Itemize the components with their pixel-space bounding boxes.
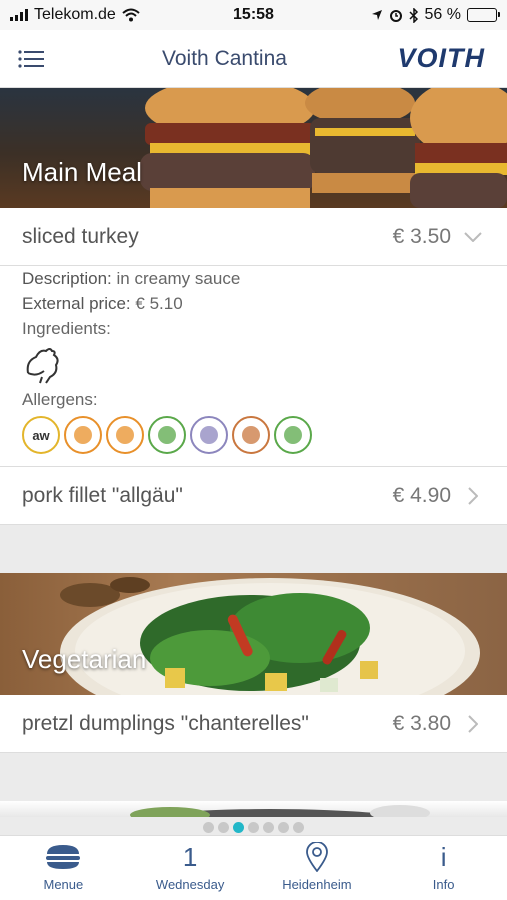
description-label: Description: [22, 269, 112, 288]
ingredient-list [22, 341, 485, 387]
tab-heidenheim[interactable]: Heidenheim [254, 836, 381, 900]
battery-percent: 56 % [424, 6, 461, 23]
external-price-value: € 5.10 [135, 294, 183, 313]
dish-name: pork fillet "allgäu" [22, 483, 183, 507]
chevron-right-icon [461, 714, 485, 734]
tab-bar: Menue 1 Wednesday Heidenheim i Info [0, 835, 507, 900]
section-banner-next [0, 801, 507, 817]
wheat-icon: aw [22, 416, 60, 454]
burger-icon [45, 841, 81, 873]
allergen-symbol [158, 426, 176, 444]
milk-icon [190, 416, 228, 454]
hamburger-menu-icon [18, 49, 44, 68]
tab-wednesday[interactable]: 1 Wednesday [127, 836, 254, 900]
status-right: 56 % [307, 6, 500, 24]
tab-label: Menue [43, 877, 84, 892]
location-arrow-icon [371, 10, 382, 20]
page-title: Voith Cantina [162, 46, 287, 70]
carrier-label: Telekom.de [34, 6, 116, 23]
nav-bar: Voith Cantina VOITH [0, 30, 507, 88]
menu-button[interactable] [0, 30, 62, 88]
allergen-code: aw [32, 427, 50, 443]
alarm-icon [389, 10, 402, 22]
tab-label: Heidenheim [282, 877, 352, 892]
page-dot[interactable] [278, 821, 289, 833]
dish-price: € 3.50 [392, 224, 451, 248]
page-dot[interactable] [248, 821, 259, 833]
bluetooth-icon [409, 7, 418, 23]
info-icon: i [440, 841, 447, 872]
allergens-label: Allergens: [22, 390, 98, 409]
dish-name: sliced turkey [22, 224, 139, 248]
status-bar: Telekom.de 15:58 56 % [0, 0, 507, 30]
menu-list[interactable]: Main Meal sliced turkey € 3.50 Descripti… [0, 88, 507, 817]
page-dot[interactable] [263, 821, 274, 833]
legumes-icon [148, 416, 186, 454]
burger-photo [140, 88, 507, 208]
allergen-list: aw [22, 412, 485, 460]
dish-row[interactable]: pretzl dumplings "chanterelles" € 3.80 [0, 695, 507, 753]
status-left: Telekom.de [10, 6, 200, 24]
chevron-down-icon [461, 227, 485, 247]
section-gap [0, 525, 507, 573]
signal-icon [10, 9, 28, 21]
dish-row[interactable]: sliced turkey € 3.50 [0, 208, 507, 266]
dish-name: pretzl dumplings "chanterelles" [22, 711, 309, 735]
section-label: Vegetarian [22, 644, 147, 674]
section-label: Main Meal [22, 157, 142, 187]
page-dot[interactable] [293, 821, 304, 833]
allergen-symbol [242, 426, 260, 444]
location-pin-icon [305, 841, 328, 873]
app-screen: Telekom.de 15:58 56 % Voith Cantina VOIT… [0, 0, 507, 900]
tab-info[interactable]: i Info [380, 836, 507, 900]
description-value: in creamy sauce [116, 269, 241, 288]
description-line: Description: in creamy sauce [22, 266, 485, 291]
chicken-leg-icon [106, 416, 144, 454]
tab-label: Wednesday [155, 877, 225, 892]
dish-price: € 4.90 [392, 483, 451, 507]
next-dish-photo [130, 805, 430, 817]
ingredients-label: Ingredients: [22, 319, 111, 338]
external-price-line: External price: € 5.10 [22, 291, 485, 316]
tab-label: Info [432, 877, 455, 892]
battery-icon [467, 8, 500, 22]
voith-logo: VOITH [397, 43, 485, 73]
dish-price: € 3.80 [392, 711, 451, 735]
section-gap [0, 753, 507, 801]
allergen-symbol [284, 426, 302, 444]
allergen-symbol [116, 426, 134, 444]
day-number: 1 [182, 841, 198, 872]
egg-icon [64, 416, 102, 454]
status-time: 15:58 [233, 6, 274, 23]
nuts-icon [232, 416, 270, 454]
section-banner-main-meal: Main Meal [0, 88, 507, 208]
tab-menue[interactable]: Menue [0, 836, 127, 900]
page-dot[interactable] [218, 821, 229, 833]
page-indicator[interactable] [0, 817, 507, 837]
dish-details: Description: in creamy sauce External pr… [0, 266, 507, 467]
salad-photo [60, 577, 480, 695]
external-price-label: External price: [22, 294, 131, 313]
allergen-symbol [74, 426, 92, 444]
chevron-right-icon [461, 486, 485, 506]
page-dot-active[interactable] [233, 821, 244, 833]
dish-row[interactable]: pork fillet "allgäu" € 4.90 [0, 467, 507, 525]
section-banner-vegetarian: Vegetarian [0, 573, 507, 695]
allergen-symbol [200, 426, 218, 444]
page-dot[interactable] [203, 821, 214, 833]
poultry-icon [26, 348, 59, 384]
celery-icon [274, 416, 312, 454]
wifi-icon [122, 8, 140, 22]
